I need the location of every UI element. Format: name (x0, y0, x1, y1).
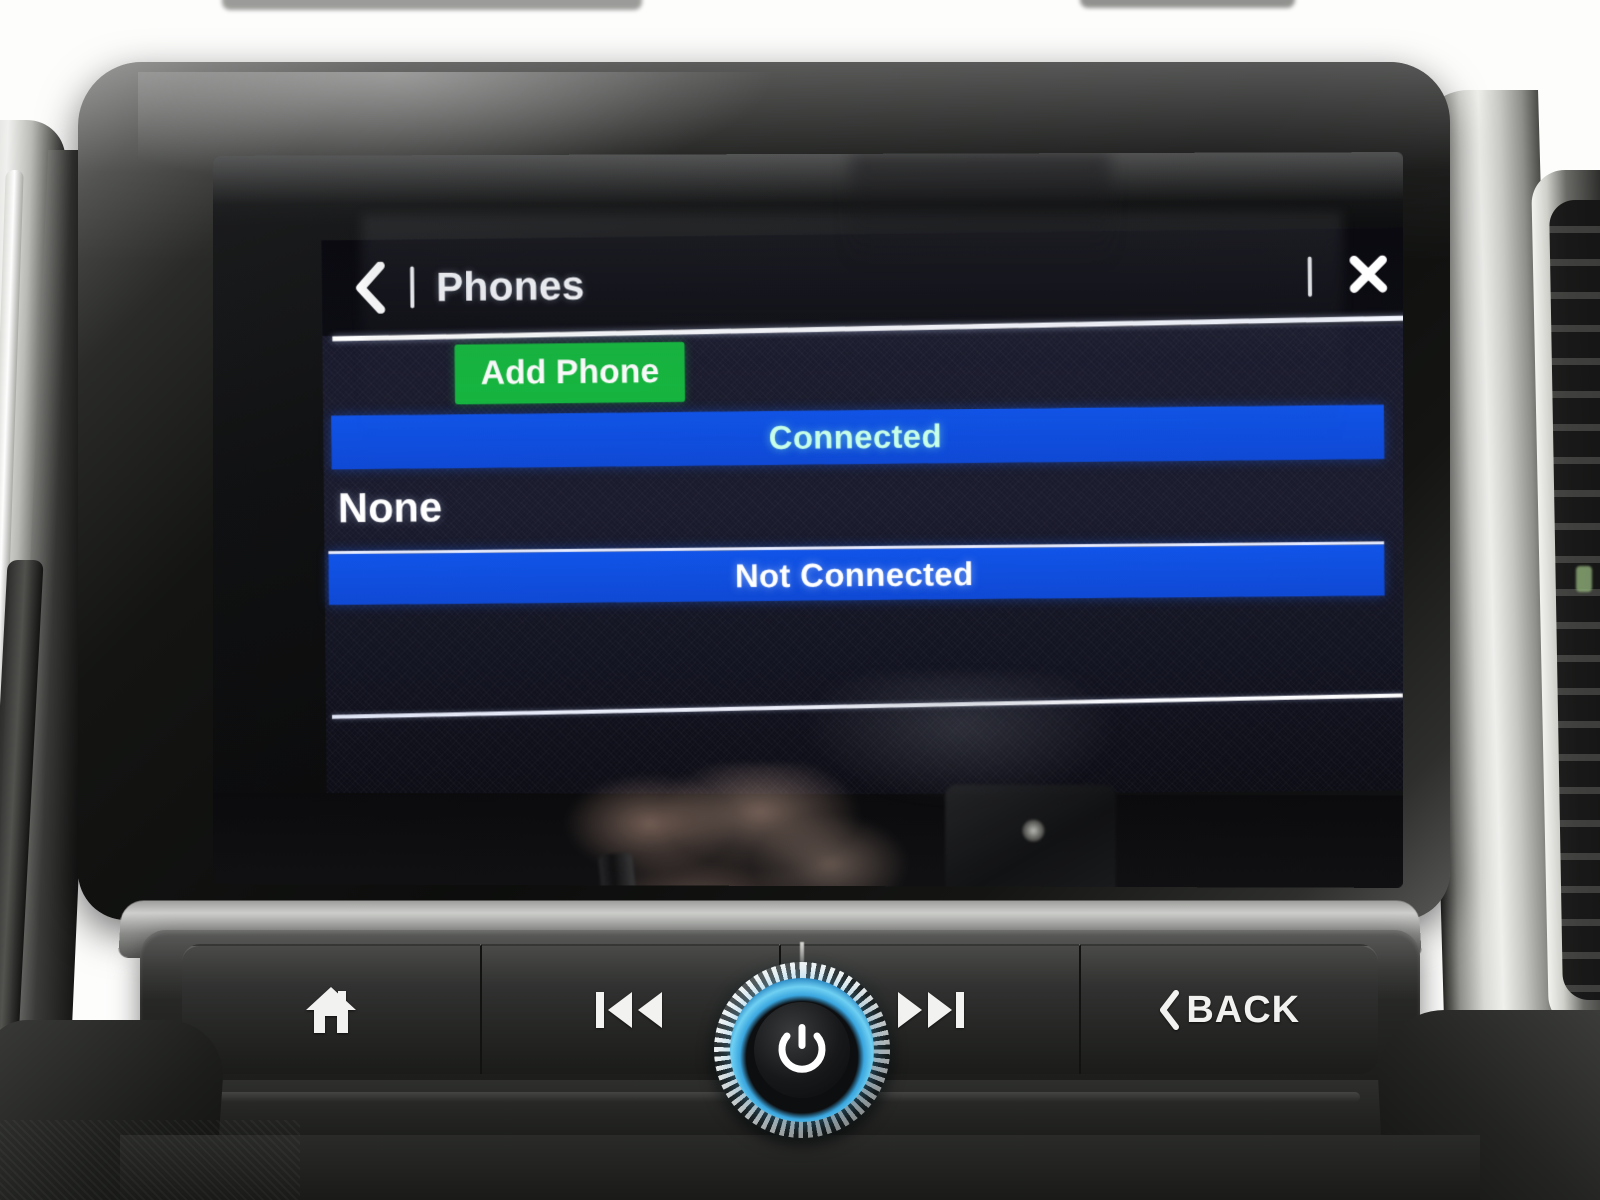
back-button[interactable] (346, 260, 392, 316)
paired-device-name: None (338, 483, 443, 532)
power-icon (775, 1022, 829, 1078)
close-x-icon (1347, 252, 1390, 300)
glass-sheen (213, 152, 1403, 225)
display-glass: Phones Add Phone Connected None Not Conn… (213, 152, 1403, 888)
header-separator-right (1308, 257, 1312, 297)
paired-device-row[interactable]: None (324, 458, 1403, 547)
status-bar-not-connected[interactable]: Not Connected (328, 541, 1384, 605)
photo-scene: Phones Add Phone Connected None Not Conn… (0, 0, 1600, 1200)
back-hardkey-button[interactable]: BACK (1081, 944, 1379, 1074)
dash-top-shadow-right (1080, 0, 1295, 8)
home-icon (302, 983, 360, 1037)
previous-track-icon (592, 984, 668, 1036)
dash-top-shadow-left (222, 0, 642, 10)
chevron-left-icon (1158, 990, 1180, 1030)
not-connected-status-label: Not Connected (735, 555, 974, 595)
glass-lower-dark-region (213, 793, 1403, 888)
lcd-active-area: Phones Add Phone Connected None Not Conn… (321, 227, 1402, 798)
cabin-texture-left (0, 1120, 300, 1200)
chevron-left-icon (352, 262, 386, 314)
header-separator (410, 266, 414, 308)
back-hardkey-label-group: BACK (1158, 989, 1300, 1032)
close-button[interactable] (1344, 252, 1393, 301)
header-right-group (1308, 252, 1393, 301)
right-vent-indicator (1576, 566, 1592, 592)
add-phone-button[interactable]: Add Phone (455, 342, 686, 404)
power-volume-knob[interactable] (714, 952, 890, 1152)
list-bottom-divider (332, 693, 1403, 719)
power-button[interactable] (754, 1002, 850, 1098)
next-track-icon (892, 984, 968, 1036)
status-bar-connected[interactable]: Connected (331, 405, 1384, 470)
back-hardkey-label: BACK (1186, 989, 1300, 1032)
add-phone-row: Add Phone (322, 328, 1403, 410)
home-button[interactable] (182, 944, 482, 1074)
phones-list: Add Phone Connected None Not Connected (322, 328, 1403, 605)
page-title: Phones (436, 262, 585, 311)
connected-status-label: Connected (768, 417, 942, 457)
infotainment-head-unit: Phones Add Phone Connected None Not Conn… (78, 62, 1450, 920)
